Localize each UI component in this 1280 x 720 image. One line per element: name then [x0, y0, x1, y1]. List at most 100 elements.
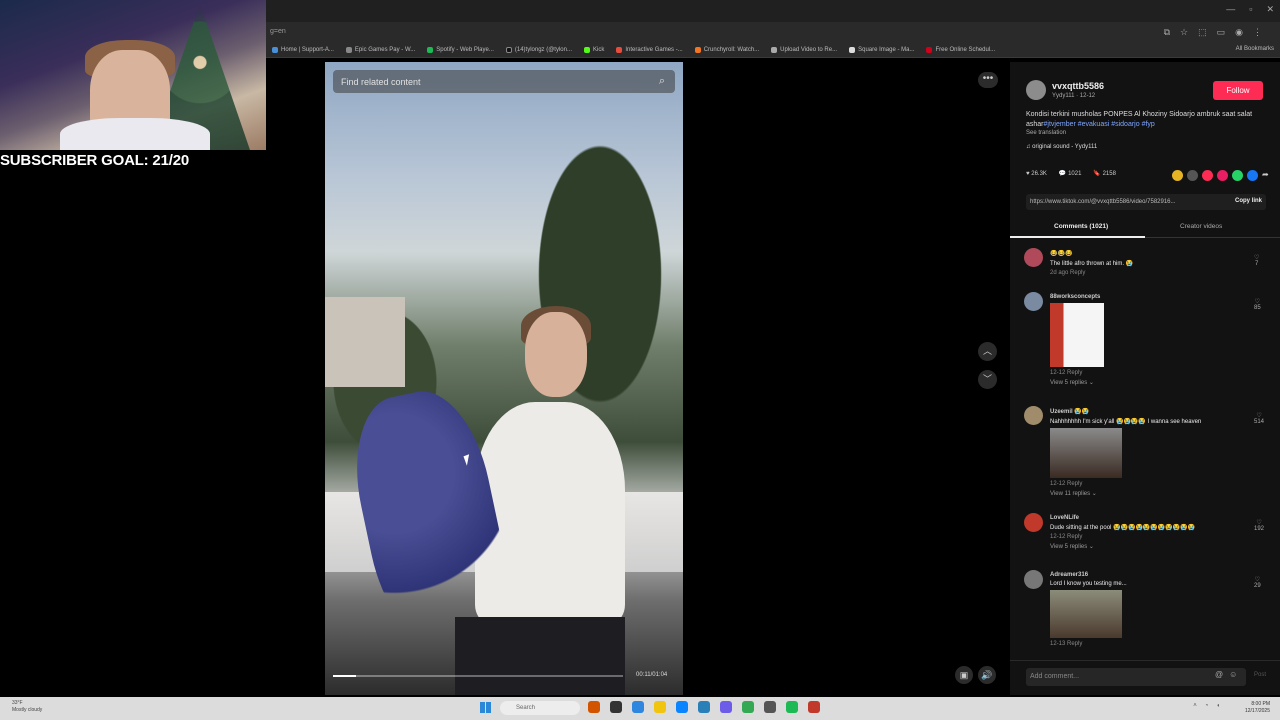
comment-like-button[interactable]: ♡ 29 — [1254, 576, 1261, 589]
like-button[interactable]: ♥ 26.3K — [1026, 171, 1047, 177]
taskbar-app-icon[interactable] — [632, 701, 644, 713]
see-translation-link[interactable]: See translation — [1026, 130, 1066, 136]
sound-link[interactable]: ♫ original sound - Yydy111 — [1026, 144, 1097, 150]
comment-meta[interactable]: 12-12 Reply — [1050, 534, 1250, 540]
volume-button[interactable]: 🔊 — [978, 666, 996, 684]
comment-meta[interactable]: 12-12 Reply — [1050, 481, 1250, 487]
related-search-input[interactable]: Find related content ⌕ — [333, 70, 675, 93]
windows-start-icon[interactable] — [480, 702, 491, 713]
mention-icon[interactable]: @ — [1215, 670, 1223, 679]
comment-username[interactable]: 88worksconcepts — [1050, 294, 1230, 300]
minimize-icon[interactable]: — — [1226, 4, 1235, 15]
weather-widget[interactable]: 33°F Mostly cloudy — [12, 700, 42, 714]
taskbar-app-icon[interactable] — [720, 701, 732, 713]
comment-image[interactable] — [1050, 590, 1122, 638]
comment-username[interactable]: Adreamer316 — [1050, 572, 1230, 578]
address-bar[interactable]: g=en ⧉ ☆ ⬚ ▭ ◉ ⋮ — [266, 22, 1280, 42]
taskbar-app-icon[interactable] — [786, 701, 798, 713]
extensions-icon[interactable]: ⬚ — [1198, 27, 1207, 38]
clock-date: 12/17/2025 — [1244, 708, 1270, 714]
more-options-button[interactable]: ••• — [978, 72, 998, 88]
bookmark-item[interactable]: Crunchyroll: Watch... — [694, 46, 759, 53]
bookmark-item[interactable]: (14)tylongz (@tylon... — [505, 46, 572, 53]
emoji-icon[interactable]: ☺ — [1229, 670, 1237, 679]
tab-creator-videos[interactable]: Creator videos — [1180, 223, 1222, 230]
taskbar-app-icon[interactable] — [698, 701, 710, 713]
share-friend-icon[interactable] — [1172, 170, 1183, 181]
share-pink-icon[interactable] — [1217, 170, 1228, 181]
whatsapp-icon[interactable] — [1232, 170, 1243, 181]
comment-like-button[interactable]: ♡ 85 — [1254, 298, 1261, 311]
follow-button[interactable]: Follow — [1213, 81, 1263, 100]
comment-meta[interactable]: 2d ago Reply — [1050, 270, 1230, 276]
bookmark-item[interactable]: Upload Video to Re... — [771, 46, 837, 53]
share-link-field[interactable]: https://www.tiktok.com/@vvxqttb5586/vide… — [1026, 194, 1266, 210]
add-comment-input[interactable]: Add comment... — [1026, 668, 1246, 686]
share-link-url: https://www.tiktok.com/@vvxqttb5586/vide… — [1030, 199, 1176, 205]
search-icon[interactable]: ⌕ — [659, 75, 665, 88]
avatar[interactable] — [1026, 80, 1046, 100]
menu-icon[interactable]: ⋮ — [1253, 27, 1262, 38]
copy-link-button[interactable]: Copy link — [1235, 198, 1262, 204]
star-icon[interactable]: ☆ — [1180, 27, 1188, 38]
tab-comments[interactable]: Comments (1021) — [1054, 223, 1108, 230]
taskbar-clock[interactable]: 8:00 PM 12/17/2025 — [1245, 701, 1270, 715]
share-arrow-icon[interactable]: ➦ — [1262, 170, 1269, 181]
view-replies-link[interactable]: View 11 replies ⌄ — [1050, 490, 1250, 497]
next-video-button[interactable]: ﹀ — [978, 370, 997, 389]
previous-video-button[interactable]: ︿ — [978, 342, 997, 361]
sidebar-icon[interactable]: ▭ — [1217, 27, 1226, 38]
comment-username[interactable]: Uzeemil 😭😭 — [1050, 408, 1250, 415]
speaker-icon[interactable]: ◖ — [1216, 703, 1220, 709]
taskbar-app-icon[interactable] — [676, 701, 688, 713]
avatar[interactable] — [1024, 248, 1043, 267]
network-icon[interactable]: ◔ — [1205, 703, 1209, 709]
bookmark-item[interactable]: Spotify - Web Playe... — [427, 46, 494, 53]
view-replies-link[interactable]: View 5 replies ⌄ — [1050, 543, 1250, 550]
mini-player-button[interactable]: ▣ — [955, 666, 973, 684]
profile-icon[interactable]: ◉ — [1235, 27, 1243, 38]
comment-like-button[interactable]: ♡ 192 — [1254, 519, 1264, 532]
taskbar-app-icon[interactable] — [610, 701, 622, 713]
comment-meta[interactable]: 12-13 Reply — [1050, 641, 1230, 647]
comment-image[interactable] — [1050, 303, 1104, 367]
taskbar-app-icon[interactable] — [742, 701, 754, 713]
save-button[interactable]: 🔖 2158 — [1093, 170, 1116, 177]
creator-username[interactable]: vvxqttb5586 — [1052, 81, 1104, 91]
bookmark-item[interactable]: Interactive Games -... — [616, 46, 683, 53]
bookmark-item[interactable]: Free Online Schedul... — [926, 46, 995, 53]
comment-username[interactable]: LoveNLife — [1050, 515, 1250, 521]
comment-like-button[interactable]: ♡ 7 — [1254, 254, 1259, 267]
bookmark-item[interactable]: Square Image - Ma... — [849, 46, 914, 53]
taskbar-search[interactable]: Search — [500, 701, 580, 715]
share-red-icon[interactable] — [1202, 170, 1213, 181]
comment-button[interactable]: 💬 1021 — [1059, 170, 1082, 177]
post-button[interactable]: Post — [1254, 672, 1266, 678]
maximize-icon[interactable]: ▫ — [1249, 4, 1252, 15]
hashtags[interactable]: #jtvjember #evakuasi #sidoarjo #fyp — [1044, 121, 1155, 128]
avatar[interactable] — [1024, 570, 1043, 589]
facebook-icon[interactable] — [1247, 170, 1258, 181]
view-replies-link[interactable]: View 5 replies ⌄ — [1050, 379, 1230, 386]
bookmark-item[interactable]: Home | Support-A... — [272, 46, 334, 53]
bookmark-item[interactable]: Kick — [584, 46, 604, 53]
taskbar-app-icon[interactable] — [654, 701, 666, 713]
comment-meta[interactable]: 12-12 Reply — [1050, 370, 1230, 376]
chevron-up-icon[interactable]: ˄ — [1193, 703, 1197, 709]
taskbar-app-icon[interactable] — [588, 701, 600, 713]
comment-username[interactable]: 😂😂😂 — [1050, 250, 1230, 257]
close-icon[interactable]: ✕ — [1266, 4, 1274, 15]
video-progress-bar[interactable] — [333, 675, 623, 677]
install-icon[interactable]: ⧉ — [1164, 27, 1170, 38]
avatar[interactable] — [1024, 292, 1043, 311]
comment-like-button[interactable]: ♡ 514 — [1254, 412, 1264, 425]
all-bookmarks-button[interactable]: All Bookmarks — [1236, 46, 1274, 52]
avatar[interactable] — [1024, 406, 1043, 425]
video-player[interactable] — [325, 62, 683, 695]
avatar[interactable] — [1024, 513, 1043, 532]
bookmark-item[interactable]: Epic Games Pay - W... — [345, 46, 415, 53]
comment-image[interactable] — [1050, 428, 1122, 478]
embed-icon[interactable] — [1187, 170, 1198, 181]
taskbar-app-icon[interactable] — [808, 701, 820, 713]
taskbar-app-icon[interactable] — [764, 701, 776, 713]
